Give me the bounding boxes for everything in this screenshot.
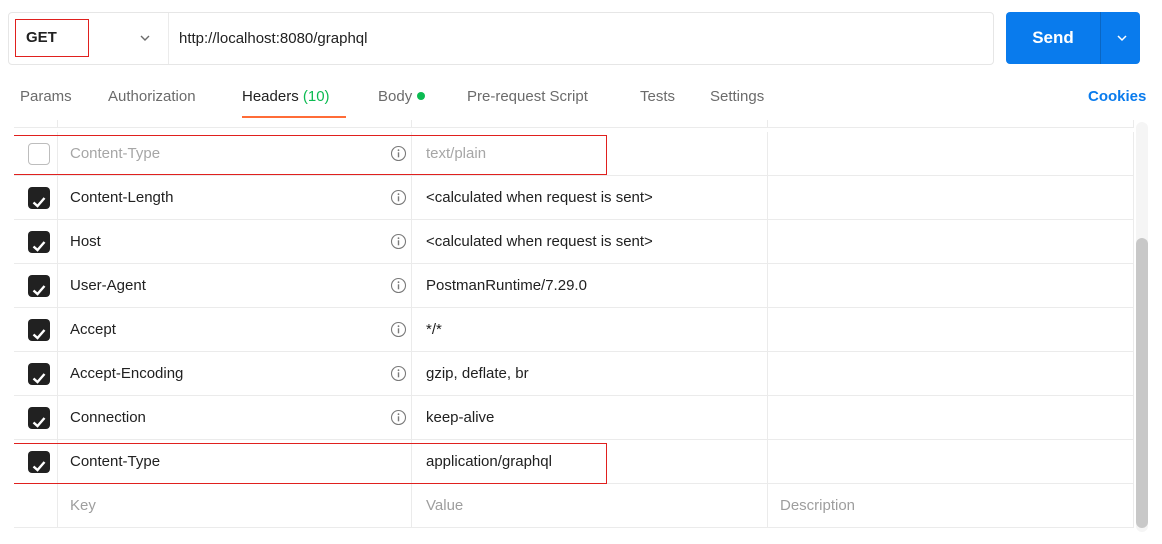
- new-value-input[interactable]: Value: [412, 484, 768, 528]
- value-cell[interactable]: */*: [412, 308, 768, 352]
- highlight-box: [14, 135, 607, 175]
- row-checkbox-cell: [14, 120, 58, 128]
- tab-headers[interactable]: Headers (10): [242, 88, 330, 105]
- row-checkbox-cell: [14, 264, 58, 308]
- url-input[interactable]: http://localhost:8080/graphql: [179, 13, 367, 64]
- tab-body[interactable]: Body: [378, 88, 426, 105]
- send-button[interactable]: Send: [1006, 12, 1140, 64]
- highlight-box: [14, 443, 607, 484]
- info-icon[interactable]: [390, 365, 407, 382]
- request-input-group: GET http://localhost:8080/graphql: [8, 12, 994, 65]
- checkbox-checked-icon[interactable]: [28, 187, 50, 209]
- key-cell[interactable]: Connection: [58, 396, 412, 440]
- description-cell[interactable]: [768, 176, 1134, 220]
- value-cell[interactable]: keep-alive: [412, 396, 768, 440]
- chevron-down-icon[interactable]: [1114, 30, 1130, 46]
- request-bar: GET http://localhost:8080/graphql Send: [0, 0, 1162, 76]
- new-key-input[interactable]: Key: [58, 484, 412, 528]
- row-checkbox-cell: [14, 308, 58, 352]
- checkbox-checked-icon[interactable]: [28, 275, 50, 297]
- description-cell[interactable]: [768, 396, 1134, 440]
- new-header-row: Key Value Description: [14, 484, 1134, 528]
- tab-authorization[interactable]: Authorization: [108, 88, 196, 105]
- key-cell[interactable]: Accept-Encoding: [58, 352, 412, 396]
- key-cell[interactable]: Accept: [58, 308, 412, 352]
- value-cell[interactable]: <calculated when request is sent>: [412, 176, 768, 220]
- header-key: Content-Length: [70, 189, 174, 206]
- header-key: Accept-Encoding: [70, 365, 184, 382]
- tab-pre-request-script[interactable]: Pre-request Script: [467, 88, 588, 105]
- table-row: [14, 120, 1134, 128]
- info-icon[interactable]: [390, 277, 407, 294]
- description-cell: [768, 120, 1134, 128]
- key-cell[interactable]: Host: [58, 220, 412, 264]
- tab-body-label: Body: [378, 88, 413, 105]
- table-row: Accept-Encoding gzip, deflate, br: [14, 352, 1134, 396]
- chevron-down-icon[interactable]: [137, 30, 153, 46]
- table-row: Connection keep-alive: [14, 396, 1134, 440]
- row-checkbox-cell: [14, 220, 58, 264]
- new-description-input[interactable]: Description: [768, 484, 1134, 528]
- key-cell[interactable]: Content-Length: [58, 176, 412, 220]
- scrollbar-thumb[interactable]: [1136, 238, 1148, 528]
- info-icon[interactable]: [390, 189, 407, 206]
- send-divider: [1100, 12, 1101, 64]
- method-select[interactable]: GET: [9, 13, 169, 64]
- row-checkbox-cell: [14, 484, 58, 528]
- key-cell[interactable]: User-Agent: [58, 264, 412, 308]
- row-checkbox-cell: [14, 352, 58, 396]
- body-indicator-dot: [417, 92, 426, 100]
- tab-headers-count: (10): [302, 88, 330, 105]
- send-button-label[interactable]: Send: [1006, 12, 1100, 64]
- tab-headers-label: Headers: [242, 88, 299, 105]
- description-cell[interactable]: [768, 264, 1134, 308]
- value-cell[interactable]: PostmanRuntime/7.29.0: [412, 264, 768, 308]
- table-row: Content-Length <calculated when request …: [14, 176, 1134, 220]
- value-cell[interactable]: <calculated when request is sent>: [412, 220, 768, 264]
- checkbox-checked-icon[interactable]: [28, 407, 50, 429]
- method-label[interactable]: GET: [15, 19, 89, 57]
- description-cell[interactable]: [768, 308, 1134, 352]
- headers-table: Content-Type text/plain Content-Length <…: [14, 120, 1134, 532]
- header-key: Host: [70, 233, 101, 250]
- info-icon[interactable]: [390, 409, 407, 426]
- info-icon[interactable]: [390, 321, 407, 338]
- description-cell[interactable]: [768, 440, 1134, 484]
- header-key: User-Agent: [70, 277, 146, 294]
- checkbox-checked-icon[interactable]: [28, 363, 50, 385]
- row-checkbox-cell: [14, 176, 58, 220]
- checkbox-checked-icon[interactable]: [28, 231, 50, 253]
- info-icon[interactable]: [390, 233, 407, 250]
- checkbox-checked-icon[interactable]: [28, 319, 50, 341]
- description-cell[interactable]: [768, 132, 1134, 176]
- table-row: Accept */*: [14, 308, 1134, 352]
- value-cell[interactable]: gzip, deflate, br: [412, 352, 768, 396]
- description-cell[interactable]: [768, 220, 1134, 264]
- active-tab-underline: [242, 116, 346, 118]
- table-row: User-Agent PostmanRuntime/7.29.0: [14, 264, 1134, 308]
- header-key: Connection: [70, 409, 146, 426]
- tab-params[interactable]: Params: [20, 88, 72, 105]
- header-key: Accept: [70, 321, 116, 338]
- row-checkbox-cell: [14, 396, 58, 440]
- request-tabs: Params Authorization Headers (10) Body P…: [0, 76, 1162, 120]
- tab-settings[interactable]: Settings: [710, 88, 764, 105]
- key-cell: [58, 120, 412, 128]
- table-row: Host <calculated when request is sent>: [14, 220, 1134, 264]
- description-cell[interactable]: [768, 352, 1134, 396]
- cookies-link[interactable]: Cookies: [1088, 88, 1146, 105]
- tab-tests[interactable]: Tests: [640, 88, 675, 105]
- value-cell: [412, 120, 768, 128]
